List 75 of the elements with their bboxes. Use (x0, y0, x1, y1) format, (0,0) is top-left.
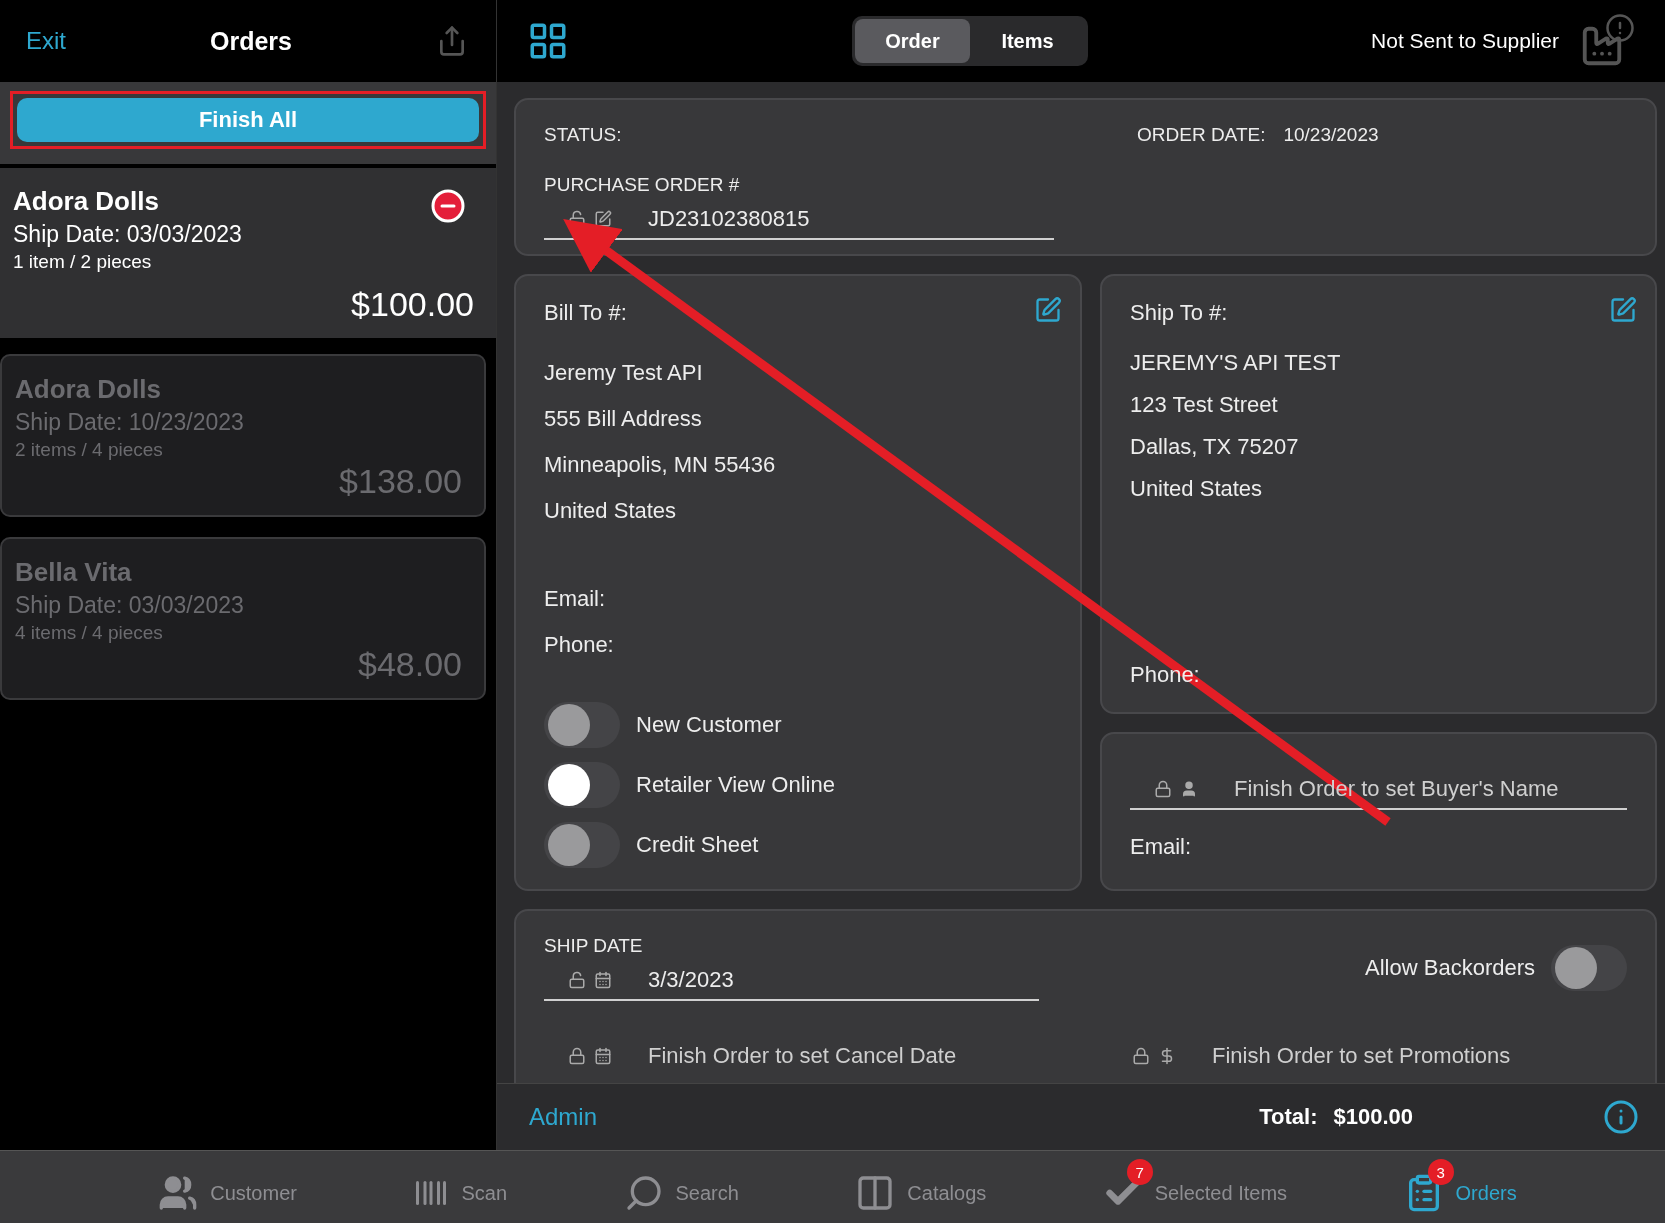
address-line: Jeremy Test API (544, 360, 704, 386)
edit-icon[interactable] (1034, 296, 1062, 324)
email-label: Email: (1130, 834, 1193, 860)
edit-icon[interactable] (1609, 296, 1637, 324)
toggle-switch[interactable] (544, 762, 620, 808)
tab-bar-item[interactable]: 3 Orders (1403, 1157, 1517, 1217)
status-text: Not Sent to Supplier (1371, 29, 1559, 53)
toggle-switch[interactable] (544, 702, 620, 748)
customer-name: Adora Dolls (13, 186, 159, 217)
address-line: 555 Bill Address (544, 406, 703, 432)
address-line: Dallas, TX 75207 (1130, 434, 1300, 460)
item-count: 4 items / 4 pieces (15, 622, 163, 644)
ship-date-field[interactable]: 3/3/2023 (544, 963, 1039, 1001)
total-label: Total: (1259, 1104, 1318, 1130)
count-badge: 3 (1427, 1159, 1454, 1185)
panel-title: Orders (210, 26, 292, 56)
exit-link[interactable]: Exit (26, 27, 66, 55)
tab-bar-item[interactable]: 7 Selected Items (1102, 1157, 1288, 1217)
order-total: $100.00 (351, 285, 474, 324)
cancel-date-text: Finish Order to set Cancel Date (648, 1043, 957, 1069)
lock-icon (1132, 1047, 1150, 1065)
order-card[interactable]: Adora Dolls Ship Date: 03/03/2023 1 item / 2 pieces $100.00 (0, 168, 496, 338)
total-value: $100.00 (1333, 1104, 1413, 1130)
po-field[interactable]: JD23102380815 (544, 202, 1054, 240)
toggle-label: New Customer (636, 712, 782, 738)
toggle-label: Credit Sheet (636, 832, 759, 858)
tab-bar-item[interactable]: Customer (158, 1157, 297, 1217)
people-icon (158, 1173, 199, 1213)
ship-date: Ship Date: 03/03/2023 (13, 221, 242, 248)
ship-date: Ship Date: 03/03/2023 (15, 592, 244, 619)
calendar-icon (594, 1047, 612, 1065)
promotions-text: Finish Order to set Promotions (1212, 1043, 1511, 1069)
order-card[interactable]: Adora Dolls Ship Date: 10/23/2023 2 items / 4 pieces $138.00 (0, 354, 486, 517)
toggle-label: Retailer View Online (636, 772, 835, 798)
edit-icon[interactable] (594, 210, 612, 228)
address-line: JEREMY'S API TEST (1130, 350, 1342, 376)
order-date-label: ORDER DATE: (1137, 124, 1266, 146)
allow-backorders-label: Allow Backorders (1365, 955, 1535, 981)
item-count: 2 items / 4 pieces (15, 439, 163, 461)
tab-bar-item[interactable]: Search (623, 1157, 739, 1217)
unlock-icon (568, 971, 586, 989)
status-label: STATUS: (544, 124, 623, 146)
item-count: 1 item / 2 pieces (13, 251, 152, 273)
count-badge: 7 (1126, 1159, 1153, 1185)
address-line: United States (544, 498, 678, 524)
customer-name: Adora Dolls (15, 374, 161, 405)
order-date: 10/23/2023 (1283, 124, 1379, 146)
order-total: $138.00 (339, 462, 462, 501)
customer-name: Bella Vita (15, 557, 132, 588)
lock-icon (1154, 780, 1172, 798)
ship-date: Ship Date: 10/23/2023 (15, 409, 244, 436)
segment-tab[interactable]: Items (970, 19, 1085, 63)
address-line: 123 Test Street (1130, 392, 1279, 418)
email-label: Email: (544, 586, 607, 612)
person-icon (1180, 780, 1198, 798)
address-line: Minneapolis, MN 55436 (544, 452, 777, 478)
info-icon[interactable] (1603, 1099, 1639, 1135)
toggle-switch[interactable] (1551, 945, 1627, 991)
ship-to-title: Ship To #: (1130, 300, 1228, 326)
ship-date-label: SHIP DATE (544, 935, 644, 957)
segment-tab[interactable]: Order (855, 19, 970, 63)
order-card[interactable]: Bella Vita Ship Date: 03/03/2023 4 items / 4 pieces $48.00 (0, 537, 486, 700)
toggle-switch[interactable] (544, 822, 620, 868)
calendar-icon[interactable] (594, 971, 612, 989)
remove-icon[interactable] (430, 188, 466, 224)
admin-link[interactable]: Admin (529, 1103, 598, 1131)
address-line: United States (1130, 476, 1264, 502)
order-total: $48.00 (358, 645, 462, 684)
tab-bar-item[interactable]: Scan (413, 1159, 507, 1215)
phone-label: Phone: (544, 632, 615, 658)
finish-all-button[interactable]: Finish All (17, 98, 479, 142)
tab-bar-item[interactable]: Catalogs (855, 1157, 987, 1217)
bill-to-title: Bill To #: (544, 300, 627, 325)
lock-icon (568, 1047, 586, 1065)
po-label: PURCHASE ORDER # (544, 174, 741, 196)
